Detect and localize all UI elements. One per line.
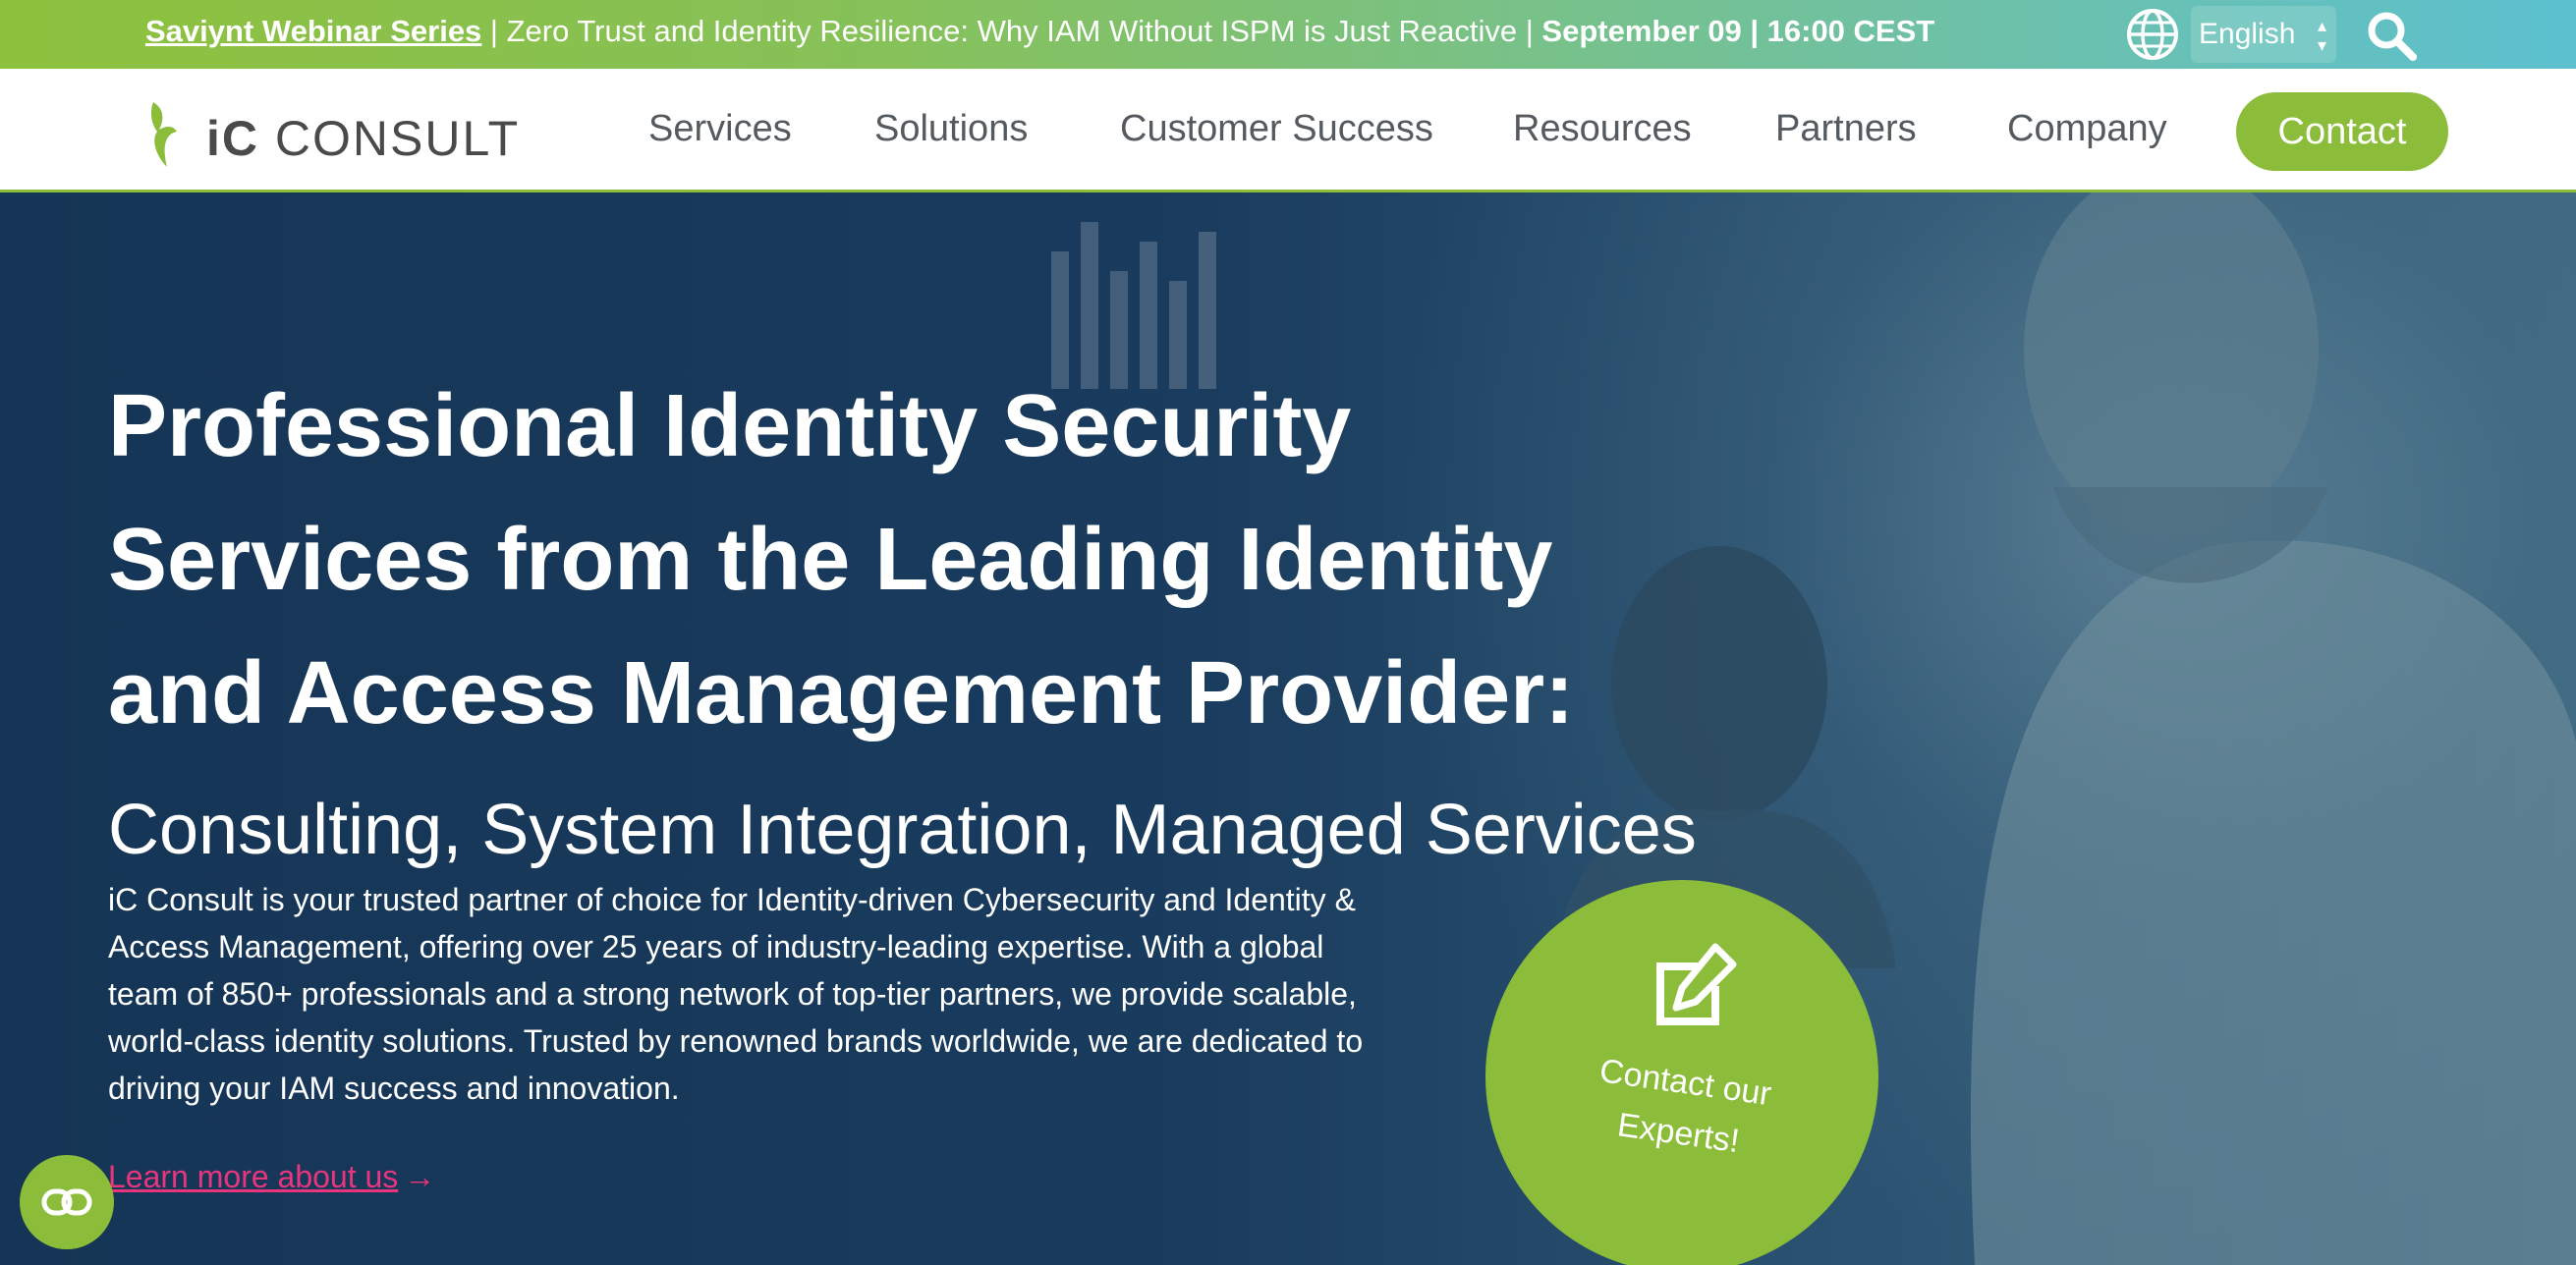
nav-item-services[interactable]: Services (648, 108, 792, 150)
nav-item-resources[interactable]: Resources (1513, 108, 1692, 150)
background-person-standing (1970, 192, 2576, 1265)
headline-line-2: Services from the Leading Identity (108, 511, 1553, 609)
cta-line-2: Experts! (1614, 1106, 1742, 1161)
language-select[interactable]: English ▴ ▾ (2191, 6, 2336, 63)
main-navigation: iC CONSULT Services Solutions Customer S… (0, 69, 2576, 192)
hero-subheadline: Consulting, System Integration, Managed … (108, 791, 1697, 869)
logo-name: CONSULT (274, 111, 521, 166)
logo-text: iC CONSULT (206, 110, 520, 167)
cta-line-1: Contact our (1596, 1052, 1774, 1114)
hero-section: Professional Identity Security Services … (0, 192, 2576, 1265)
contact-experts-label: Contact our Experts! (1558, 1041, 1806, 1175)
link-icon (41, 1188, 92, 1216)
separator: | (481, 14, 507, 48)
select-arrows-icon: ▴ ▾ (2317, 16, 2326, 55)
edit-icon (1656, 943, 1737, 1025)
contact-button[interactable]: Contact (2236, 92, 2448, 171)
separator: | (1741, 14, 1767, 48)
webinar-date: September 09 (1541, 14, 1742, 48)
webinar-time: 16:00 CEST (1766, 14, 1935, 48)
learn-more-label: Learn more about us (108, 1159, 399, 1194)
nav-item-customer-success[interactable]: Customer Success (1120, 108, 1433, 150)
arrow-right-icon: → (404, 1159, 436, 1194)
nav-item-partners[interactable]: Partners (1775, 108, 1917, 150)
language-value: English (2199, 18, 2296, 50)
hero-description: iC Consult is your trusted partner of ch… (108, 882, 1364, 1106)
webinar-series-link[interactable]: Saviynt Webinar Series (145, 14, 481, 48)
globe-icon (2127, 9, 2178, 60)
headline-line-3: and Access Management Provider: (108, 644, 1575, 742)
learn-more-link[interactable]: Learn more about us → (108, 1159, 435, 1195)
logo-prefix: iC (206, 111, 259, 166)
hero-headline: Professional Identity Security Services … (108, 359, 1680, 760)
announcement-message: Saviynt Webinar Series | Zero Trust and … (145, 14, 1934, 49)
webinar-title: Zero Trust and Identity Resilience: Why … (506, 14, 1518, 48)
cookie-consent-button[interactable] (20, 1155, 114, 1249)
separator: | (1517, 14, 1542, 48)
ic-consult-logo[interactable]: iC CONSULT (147, 98, 560, 171)
contact-experts-button[interactable]: Contact our Experts! (1485, 880, 1878, 1265)
nav-item-solutions[interactable]: Solutions (874, 108, 1028, 150)
logo-mark-icon (150, 102, 177, 167)
nav-item-company[interactable]: Company (2007, 108, 2167, 150)
announcement-bar: Saviynt Webinar Series | Zero Trust and … (0, 0, 2576, 69)
headline-line-1: Professional Identity Security (108, 377, 1352, 475)
search-icon[interactable] (2364, 8, 2419, 63)
